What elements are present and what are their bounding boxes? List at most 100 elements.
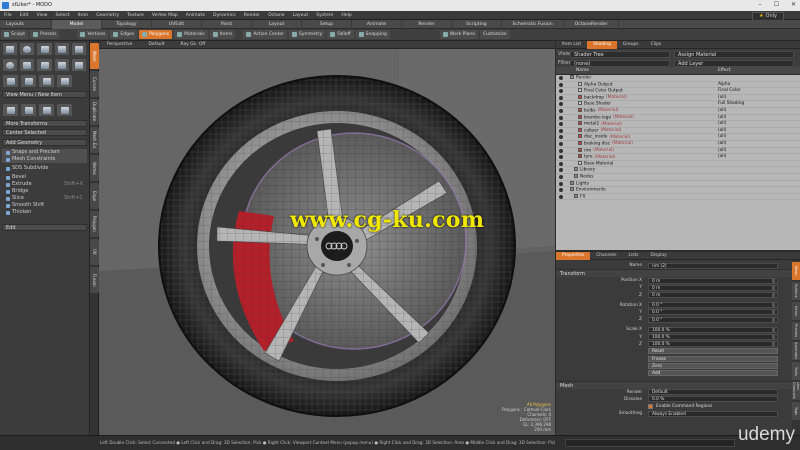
freeze-button[interactable]: Freeze xyxy=(648,355,778,362)
text-tool-icon[interactable] xyxy=(71,59,87,71)
vertices-button[interactable]: Vertices xyxy=(77,30,109,39)
thicken-tool[interactable]: Thicken xyxy=(2,209,87,216)
torus-tool-icon[interactable] xyxy=(3,59,18,71)
menu-animate[interactable]: Animate xyxy=(182,11,209,20)
tab-layouts[interactable]: Layouts xyxy=(0,19,52,29)
view-type-dropdown[interactable]: Perspective xyxy=(99,41,140,49)
dissolve-field[interactable]: 0.0 % xyxy=(648,396,778,403)
visibility-eye-icon[interactable] xyxy=(559,76,563,80)
extrude-tool[interactable]: Extrude Shift+X xyxy=(2,181,87,188)
falloff-button[interactable]: Falloff xyxy=(327,30,354,39)
menu-view[interactable]: View xyxy=(33,11,52,20)
menu-vertex-map[interactable]: Vertex Map xyxy=(148,11,182,20)
menu-item[interactable]: Item xyxy=(74,11,92,20)
edges-button[interactable]: Edges xyxy=(110,30,138,39)
transform-tool-icon[interactable] xyxy=(57,75,72,87)
visibility-eye-icon[interactable] xyxy=(559,148,563,153)
view-menu-dropdown[interactable]: View Menu / New Item xyxy=(2,91,87,98)
transform-value-field[interactable]: 0.0 ° xyxy=(648,316,778,323)
transform-section[interactable]: Transform xyxy=(556,269,792,278)
tab-scripting[interactable]: Scripting xyxy=(452,19,502,29)
visibility-eye-icon[interactable] xyxy=(559,188,563,193)
visibility-eye-icon[interactable] xyxy=(559,89,563,94)
snaps-tool[interactable]: Snaps and Preclam xyxy=(2,149,87,156)
tab-render[interactable]: Render xyxy=(402,19,452,29)
visibility-eye-icon[interactable] xyxy=(559,102,563,107)
transform-value-field[interactable]: 0.0 ° xyxy=(648,309,778,316)
materials-button[interactable]: Materials xyxy=(174,30,208,39)
properties-vtab[interactable]: User Channels xyxy=(792,382,800,400)
shader-tree-row[interactable]: Environments xyxy=(556,187,800,194)
element-rotate-icon[interactable] xyxy=(21,104,36,116)
vtab-fusion[interactable]: Fusion xyxy=(90,267,99,293)
shader-tree-row[interactable]: caliper (Material) (all) xyxy=(556,127,800,135)
menu-layout[interactable]: Layout xyxy=(289,11,313,20)
cone-tool-icon[interactable] xyxy=(54,43,69,55)
properties-vtab[interactable]: Presets xyxy=(792,322,800,340)
stepper-icon[interactable] xyxy=(772,317,775,322)
visibility-eye-icon[interactable] xyxy=(559,141,563,146)
menu-dynamics[interactable]: Dynamics xyxy=(209,11,240,20)
stepper-icon[interactable] xyxy=(772,303,775,308)
menu-file[interactable]: File xyxy=(0,11,16,20)
add-layer-button[interactable]: Add Layer xyxy=(674,59,794,67)
visibility-eye-icon[interactable] xyxy=(559,115,563,120)
visibility-eye-icon[interactable] xyxy=(559,135,563,140)
transform-value-field[interactable]: 0.0 ° xyxy=(648,302,778,309)
shader-tree-row[interactable]: backdrop (Material) (all) xyxy=(556,94,800,102)
tab-schematic-fusion[interactable]: Schematic Fusion xyxy=(502,19,564,29)
tab-octanerender[interactable]: OctaneRender xyxy=(564,19,619,29)
assign-material-button[interactable]: Assign Material xyxy=(674,50,794,58)
visibility-eye-icon[interactable] xyxy=(559,95,563,100)
tab-topology[interactable]: Topology xyxy=(102,19,152,29)
capsule-tool-icon[interactable] xyxy=(71,43,87,55)
tab-model[interactable]: Model xyxy=(52,19,102,29)
vtab-mesh[interactable]: Mesh xyxy=(90,43,99,69)
tab-shading[interactable]: Shading xyxy=(587,40,617,49)
menu-texture[interactable]: Texture xyxy=(123,11,148,20)
mesh-constraints-tool[interactable]: Mesh Constraints xyxy=(2,156,87,163)
visibility-eye-icon[interactable] xyxy=(559,181,563,186)
shader-tree-row[interactable]: brembo logo (Material) (all) xyxy=(556,114,800,122)
shader-tree-row[interactable]: Lights xyxy=(556,180,800,188)
pen-tool-icon[interactable] xyxy=(20,59,35,71)
filter-dropdown[interactable]: (none) xyxy=(570,59,670,67)
shader-tree-row[interactable]: Library xyxy=(556,167,800,174)
mesh-section[interactable]: Mesh xyxy=(556,380,792,389)
reset-button[interactable]: Reset xyxy=(648,348,778,355)
stepper-icon[interactable] xyxy=(772,342,775,347)
close-button[interactable]: ✕ xyxy=(791,1,796,8)
tab-display[interactable]: Display xyxy=(645,252,673,260)
stepper-icon[interactable] xyxy=(772,293,775,298)
vtab-duplicate[interactable]: Duplicate xyxy=(90,99,99,125)
menu-octane[interactable]: Octane xyxy=(264,11,289,20)
tab-animate[interactable]: Animate xyxy=(352,19,402,29)
properties-vtab[interactable]: Items xyxy=(792,302,800,320)
menu-geometry[interactable]: Geometry xyxy=(92,11,123,20)
visibility-eye-icon[interactable] xyxy=(559,128,563,133)
element-transform-icon[interactable] xyxy=(57,104,72,116)
visibility-eye-icon[interactable] xyxy=(559,161,563,166)
presets-button[interactable]: Presets xyxy=(30,30,60,39)
add-button[interactable]: Add xyxy=(648,369,778,376)
tab-groups[interactable]: Groups xyxy=(617,41,645,49)
shader-tree-row[interactable]: rim (Material) (all) xyxy=(556,147,800,155)
sds-subdivide-tool[interactable]: SDS Subdivide xyxy=(2,165,87,172)
work-plane-button[interactable]: Work Plane xyxy=(439,30,478,39)
shader-tree-row[interactable]: Nodes xyxy=(556,173,800,181)
vtab-uv[interactable]: UV xyxy=(90,239,99,265)
rotate-tool-icon[interactable] xyxy=(21,75,36,87)
bevel-tool[interactable]: Bevel xyxy=(2,174,87,181)
shader-tree-row[interactable]: tyre (Material) (all) xyxy=(556,154,800,161)
transform-value-field[interactable]: 100.0 % xyxy=(648,326,778,333)
transform-value-field[interactable]: 0 m xyxy=(648,284,778,291)
smooth-shift-tool[interactable]: Smooth Shift xyxy=(2,202,87,209)
menu-select[interactable]: Select xyxy=(52,11,74,20)
minimize-button[interactable]: – xyxy=(759,1,762,8)
render-dropdown[interactable]: Default xyxy=(648,389,778,396)
transform-value-field[interactable]: 0 m xyxy=(648,292,778,299)
raygl-dropdown[interactable]: Ray GL: Off xyxy=(172,41,213,49)
symmetry-button[interactable]: Symmetry xyxy=(289,30,326,39)
menu-system[interactable]: System xyxy=(312,11,337,20)
cube-tool-icon[interactable] xyxy=(3,43,18,55)
